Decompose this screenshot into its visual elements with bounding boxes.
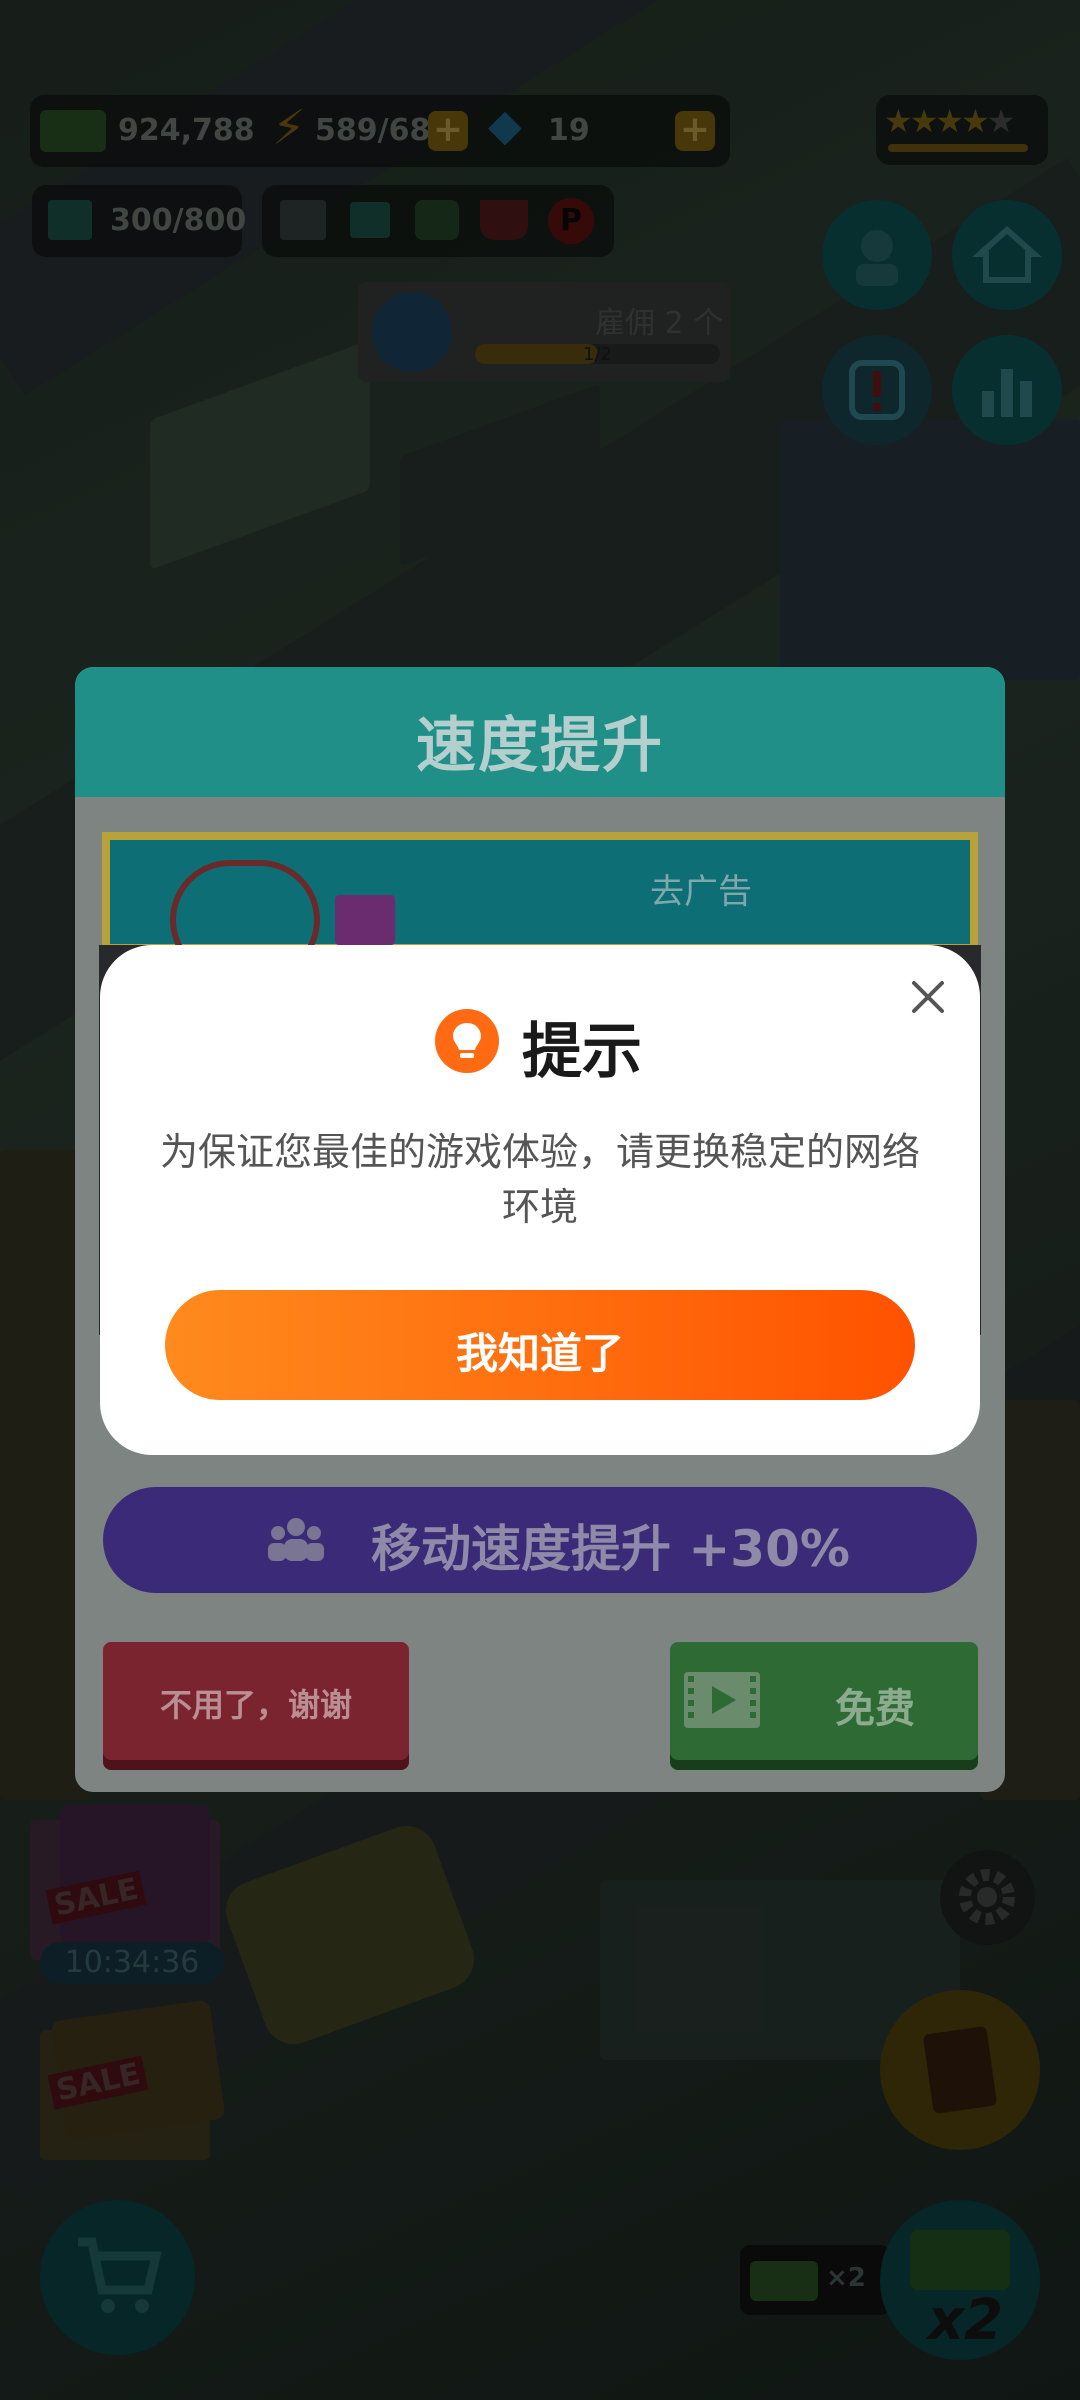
- free-button-label: 免费: [835, 1686, 915, 1732]
- panel-title: 速度提升: [416, 711, 664, 781]
- confirm-button-label: 我知道了: [455, 1329, 624, 1378]
- remove-ads-text: 去广告: [650, 872, 752, 912]
- users-icon: [268, 1518, 324, 1561]
- dialog-message: 为保证您最佳的游戏体验，请更换稳定的网络环境: [160, 1130, 921, 1229]
- lightbulb-icon: [435, 1009, 499, 1073]
- video-play-icon: [684, 1672, 760, 1728]
- free-video-button[interactable]: 免费: [670, 1642, 978, 1760]
- speed-boost-text: 移动速度提升 +30%: [371, 1520, 850, 1578]
- decline-button[interactable]: 不用了，谢谢: [103, 1642, 409, 1760]
- speed-boost-info: 移动速度提升 +30%: [103, 1487, 977, 1593]
- panel-header: 速度提升: [75, 667, 1005, 797]
- decline-button-label: 不用了，谢谢: [159, 1686, 352, 1724]
- dialog-header: 提示: [100, 1003, 980, 1087]
- remove-ads-banner[interactable]: 去广告: [102, 832, 978, 980]
- network-tip-dialog: 提示 为保证您最佳的游戏体验，请更换稳定的网络环境 我知道了: [100, 945, 980, 1455]
- ad-tag-icon: [335, 895, 395, 945]
- dialog-title: 提示: [522, 1017, 642, 1087]
- confirm-button[interactable]: 我知道了: [165, 1290, 915, 1400]
